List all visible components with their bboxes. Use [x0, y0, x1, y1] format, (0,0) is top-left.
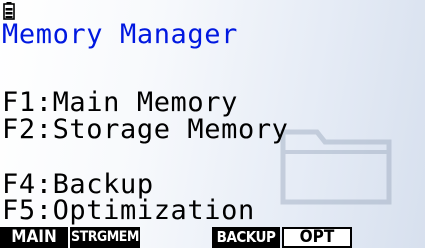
f2-strgmem-key[interactable]: STRGMEM: [70, 227, 140, 248]
calculator-screen: Memory Manager F1:Main Memory F2:Storage…: [0, 0, 425, 248]
f4-backup-key[interactable]: BACKUP: [212, 227, 280, 248]
folder-icon: [280, 129, 392, 205]
f5-opt-key[interactable]: OPT: [282, 227, 352, 248]
battery-icon: [3, 2, 15, 20]
menu-item-storage-memory[interactable]: F2:Storage Memory: [2, 115, 289, 145]
page-title: Memory Manager: [2, 19, 238, 50]
function-key-bar: MAIN STRGMEM BACKUP OPT: [0, 227, 425, 248]
f1-main-key[interactable]: MAIN: [0, 227, 68, 248]
menu-item-optimization[interactable]: F5:Optimization: [2, 196, 255, 226]
